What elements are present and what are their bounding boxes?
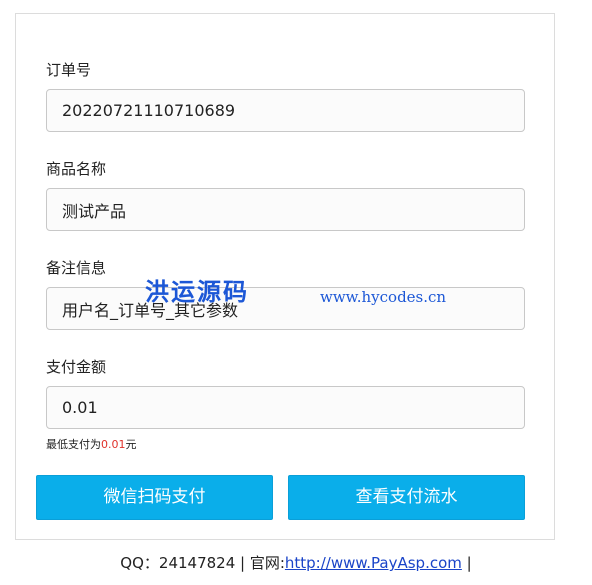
wechat-scan-pay-button[interactable]: 微信扫码支付 — [36, 475, 273, 520]
footer-qq-text: QQ：24147824 | 官网: — [120, 554, 285, 572]
min-amount-hint: 最低支付为0.01元 — [46, 437, 137, 453]
min-amount-hint-prefix: 最低支付为 — [46, 438, 101, 451]
amount-label: 支付金额 — [46, 358, 107, 376]
watermark-brand: 洪运源码 — [145, 278, 249, 306]
order-no-label: 订单号 — [46, 61, 92, 79]
remark-field[interactable] — [46, 287, 525, 330]
watermark-url: www.hycodes.cn — [320, 288, 447, 306]
footer: QQ：24147824 | 官网:http://www.PayAsp.com | — [0, 552, 592, 574]
product-name-field[interactable] — [46, 188, 525, 231]
order-no-field[interactable] — [46, 89, 525, 132]
min-amount-value: 0.01 — [101, 438, 126, 451]
official-site-link[interactable]: http://www.PayAsp.com — [285, 554, 462, 572]
min-amount-hint-suffix: 元 — [125, 438, 137, 451]
view-payment-flow-button[interactable]: 查看支付流水 — [288, 475, 525, 520]
footer-trailing: | — [461, 554, 472, 572]
remark-label: 备注信息 — [46, 259, 107, 277]
product-name-label: 商品名称 — [46, 160, 107, 178]
amount-field[interactable] — [46, 386, 525, 429]
